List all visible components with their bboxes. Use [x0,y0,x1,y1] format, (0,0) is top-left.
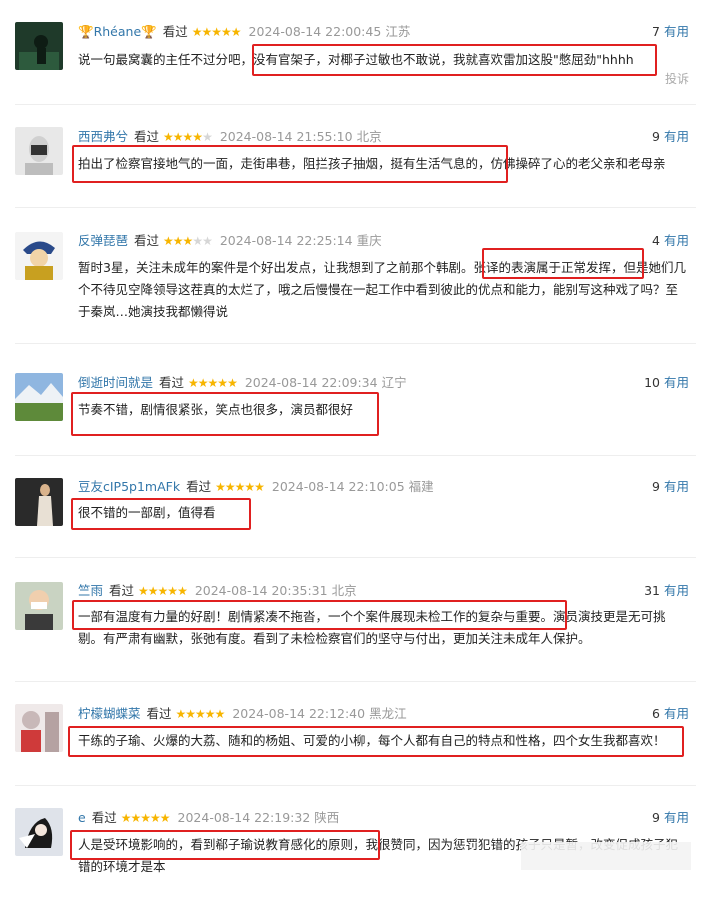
useful-button[interactable]: 9 有用 [652,477,689,497]
username[interactable]: 西西弗兮 [78,129,128,144]
comment-text: 干练的子瑜、火爆的大荔、随和的杨姐、可爱的小柳，每个人都有自己的特点和性格，四个… [78,733,666,748]
useful-label: 有用 [663,706,689,721]
comment-meta: 豆友cIP5p1mAFk 看过 ★★★★★ 2024-08-14 22:10:05 福建 [78,477,434,497]
useful-button[interactable]: 4 有用 [652,231,689,251]
username[interactable]: 反弹琵琶 [78,233,128,248]
useful-count: 9 [652,479,660,494]
avatar[interactable] [15,373,63,421]
divider [15,207,696,208]
avatar[interactable] [15,22,63,70]
divider [15,455,696,456]
trophy-icon: 🏆 [141,24,157,39]
comment-text: 节奏不错，剧情很紧张，笑点也很多，演员都很好 [78,402,354,417]
divider [15,104,696,105]
useful-button[interactable]: 6 有用 [652,704,689,724]
watch-status: 看过 [134,233,160,248]
useful-count: 9 [652,129,660,144]
rating-stars: ★★★★★ [163,130,213,144]
comment-text: 一部有温度有力量的好剧！剧情紧凑不拖沓，一个个案件展现未检工作的复杂与重要。演员… [78,609,666,646]
rating-stars: ★★★★★ [120,811,171,825]
avatar[interactable] [15,478,63,526]
comment-meta: 反弹琵琶 看过 ★★★★★ 2024-08-14 22:25:14 重庆 [78,231,382,251]
comment-time: 2024-08-14 22:09:34 [244,375,378,390]
useful-button[interactable]: 31 有用 [644,581,689,601]
rating-stars: ★★★★★ [191,25,242,39]
rating-stars: ★★★★★ [163,234,213,248]
comment-time: 2024-08-14 22:10:05 [271,479,405,494]
username[interactable]: 豆友cIP5p1mAFk [78,479,180,494]
useful-count: 7 [652,24,660,39]
comment-time: 2024-08-14 21:55:10 [219,129,353,144]
comment-time: 2024-08-14 22:00:45 [248,24,382,39]
comment-meta: 🏆Rhéane🏆 看过 ★★★★★ 2024-08-14 22:00:45 江苏 [78,22,410,42]
username[interactable]: Rhéane [94,24,142,39]
useful-label: 有用 [663,24,689,39]
comment-time: 2024-08-14 20:35:31 [194,583,328,598]
trophy-icon: 🏆 [78,24,94,39]
useful-count: 4 [652,233,660,248]
comment-text: 说一句最窝囊的主任不过分吧，没有官架子，对椰子过敏也不敢说，我就喜欢雷加这股"憋… [78,52,634,67]
useful-count: 9 [652,810,660,825]
rating-stars: ★★★★★ [138,584,188,598]
username[interactable]: 柠檬蝴蝶菜 [78,706,141,721]
useful-count: 6 [652,706,660,721]
watermark-overlay [521,842,691,870]
comment-text: 很不错的一部剧，值得看 [78,505,216,520]
comment-location: 辽宁 [381,375,407,390]
avatar[interactable] [15,232,63,280]
divider [15,681,696,682]
comment-text: 暂时3星，关注未成年的案件是个好出发点，让我想到了之前那个韩剧。张译的表演属于正… [78,260,686,319]
watch-status: 看过 [159,375,185,390]
username[interactable]: 倒逝时间就是 [78,375,153,390]
useful-count: 31 [644,583,660,598]
avatar[interactable] [15,704,63,752]
watch-status: 看过 [162,24,188,39]
comment-location: 陕西 [314,810,340,825]
watch-status: 看过 [146,706,172,721]
comment-meta: 柠檬蝴蝶菜 看过 ★★★★★ 2024-08-14 22:12:40 黑龙江 [78,704,407,724]
comment-time: 2024-08-14 22:12:40 [232,706,366,721]
username[interactable]: e [78,810,86,825]
useful-button[interactable]: 10 有用 [644,373,689,393]
report-link[interactable]: 投诉 [665,70,689,87]
useful-label: 有用 [663,375,689,390]
avatar[interactable] [15,582,63,630]
useful-label: 有用 [663,583,689,598]
useful-count: 10 [644,375,660,390]
comment-meta: 倒逝时间就是 看过 ★★★★★ 2024-08-14 22:09:34 辽宁 [78,373,407,393]
comment-meta: 西西弗兮 看过 ★★★★★ 2024-08-14 21:55:10 北京 [78,127,382,147]
useful-label: 有用 [663,810,689,825]
useful-label: 有用 [663,129,689,144]
useful-button[interactable]: 9 有用 [652,808,689,828]
avatar[interactable] [15,808,63,856]
comment-meta: 竺雨 看过 ★★★★★ 2024-08-14 20:35:31 北京 [78,581,357,601]
comment-time: 2024-08-14 22:25:14 [219,233,353,248]
comment-location: 福建 [408,479,434,494]
comment-text: 拍出了检察官接地气的一面，走街串巷，阻拦孩子抽烟，挺有生活气息的，仿佛操碎了心的… [78,156,666,171]
comment-location: 黑龙江 [369,706,407,721]
comment-meta: e 看过 ★★★★★ 2024-08-14 22:19:32 陕西 [78,808,339,828]
divider [15,785,696,786]
username[interactable]: 竺雨 [78,583,103,598]
divider [15,343,696,344]
comment-location: 重庆 [356,233,382,248]
rating-stars: ★★★★★ [215,480,265,494]
watch-status: 看过 [186,479,212,494]
divider [15,557,696,558]
comment-location: 北京 [331,583,357,598]
useful-button[interactable]: 7 有用 [652,22,689,42]
comment-location: 北京 [356,129,382,144]
comment-time: 2024-08-14 22:19:32 [177,810,311,825]
watch-status: 看过 [134,129,160,144]
comment-location: 江苏 [385,24,411,39]
useful-label: 有用 [663,233,689,248]
watch-status: 看过 [91,810,117,825]
rating-stars: ★★★★★ [175,707,226,721]
useful-label: 有用 [663,479,689,494]
watch-status: 看过 [109,583,135,598]
useful-button[interactable]: 9 有用 [652,127,689,147]
avatar[interactable] [15,127,63,175]
rating-stars: ★★★★★ [188,376,238,390]
